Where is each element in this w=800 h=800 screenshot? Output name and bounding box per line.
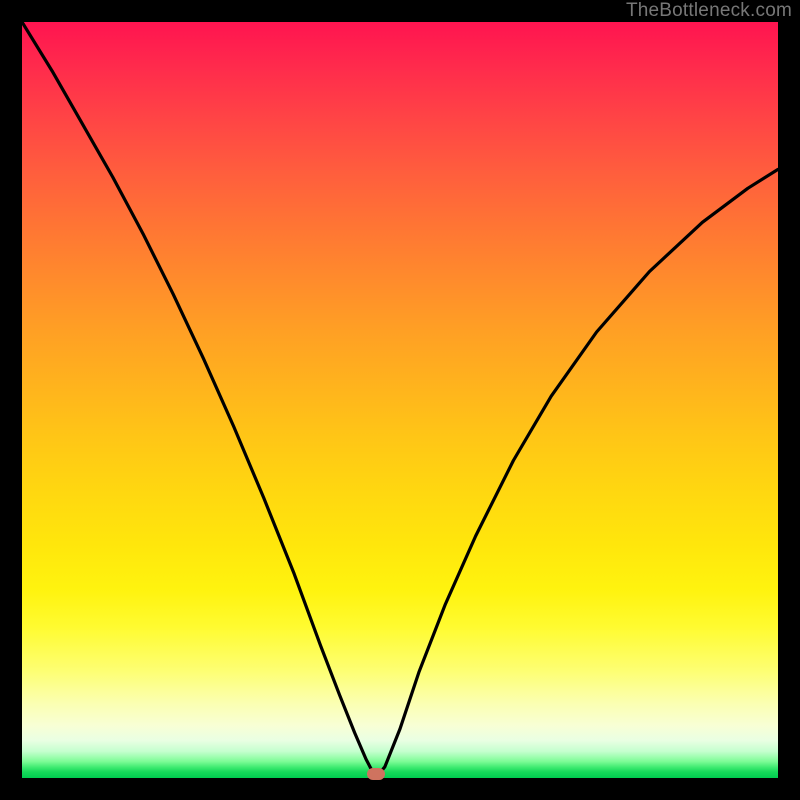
minimum-marker <box>367 768 385 780</box>
chart-frame: TheBottleneck.com <box>0 0 800 800</box>
bottleneck-curve <box>22 22 778 778</box>
watermark-text: TheBottleneck.com <box>626 0 792 22</box>
chart-plot-area <box>22 22 778 778</box>
